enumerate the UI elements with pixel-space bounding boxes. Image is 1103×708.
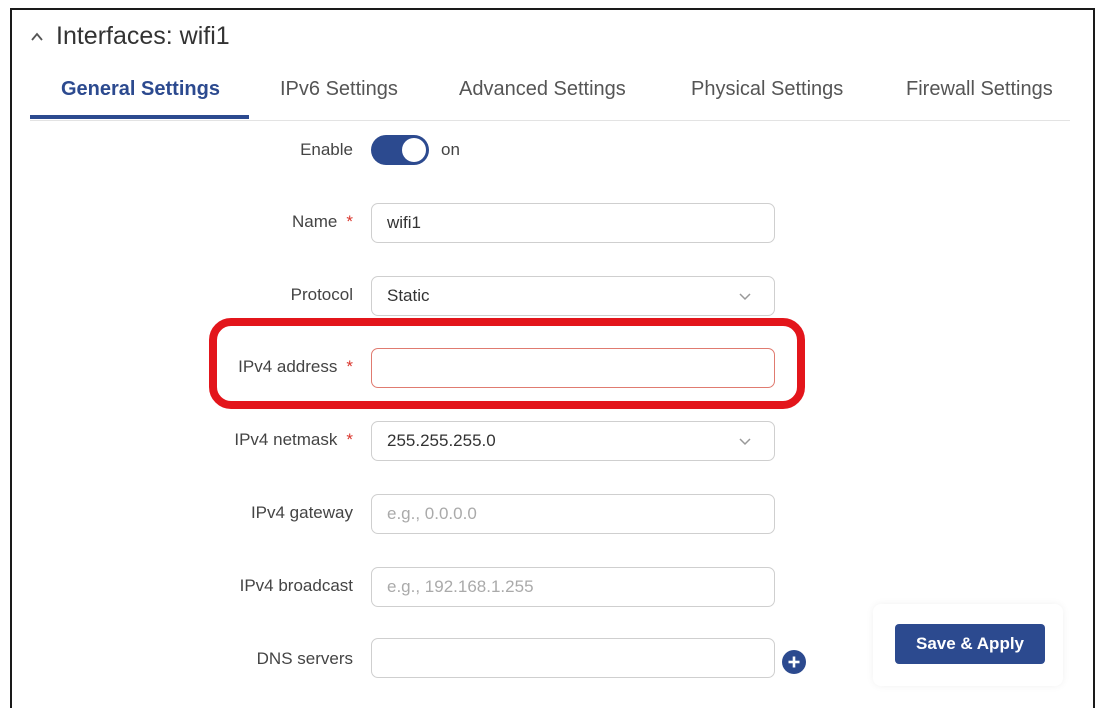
name-label-text: Name [292,212,338,231]
ipv4-netmask-value: 255.255.255.0 [387,431,496,450]
dns-servers-label: DNS servers [256,649,353,668]
enable-state-text: on [441,140,460,159]
ipv4-broadcast-placeholder: e.g., 192.168.1.255 [387,577,534,596]
add-dns-server-button[interactable] [782,650,806,674]
tab-advanced-settings[interactable]: Advanced Settings [459,78,626,101]
enable-label: Enable [300,140,353,159]
chevron-down-icon [739,438,751,446]
dns-servers-input[interactable] [371,638,775,678]
ipv4-netmask-label-text: IPv4 netmask [234,430,338,449]
ipv4-netmask-label: IPv4 netmask * [234,430,353,450]
ipv4-broadcast-input[interactable]: e.g., 192.168.1.255 [371,567,775,607]
ipv4-address-label: IPv4 address * [238,357,353,377]
protocol-label: Protocol [290,285,353,304]
tab-general-settings[interactable]: General Settings [61,78,220,101]
tab-bar: General Settings IPv6 Settings Advanced … [30,72,1070,121]
protocol-value: Static [387,286,430,305]
section-title: Interfaces: wifi1 [56,22,230,50]
ipv4-gateway-placeholder: e.g., 0.0.0.0 [387,504,477,523]
active-tab-indicator [30,115,249,119]
chevron-up-icon[interactable] [30,30,44,44]
save-apply-button[interactable]: Save & Apply [895,624,1045,664]
required-marker: * [346,357,353,376]
required-marker: * [346,212,353,231]
ipv4-netmask-select[interactable]: 255.255.255.0 [371,421,775,461]
ipv4-address-label-text: IPv4 address [238,357,338,376]
chevron-down-icon [739,293,751,301]
section-header[interactable]: Interfaces: wifi1 [30,22,230,51]
ipv4-gateway-label: IPv4 gateway [250,503,353,522]
protocol-select[interactable]: Static [371,276,775,316]
toggle-knob [402,138,426,162]
required-marker: * [346,430,353,449]
ipv4-gateway-input[interactable]: e.g., 0.0.0.0 [371,494,775,534]
ipv4-address-input[interactable] [371,348,775,388]
name-label: Name * [292,212,353,232]
ipv4-broadcast-label: IPv4 broadcast [239,576,353,595]
tab-physical-settings[interactable]: Physical Settings [691,78,843,101]
tab-ipv6-settings[interactable]: IPv6 Settings [280,78,398,101]
name-input[interactable]: wifi1 [371,203,775,243]
tab-firewall-settings[interactable]: Firewall Settings [906,78,1053,101]
name-value: wifi1 [387,213,422,232]
plus-icon [788,656,800,668]
enable-toggle[interactable] [371,135,429,165]
